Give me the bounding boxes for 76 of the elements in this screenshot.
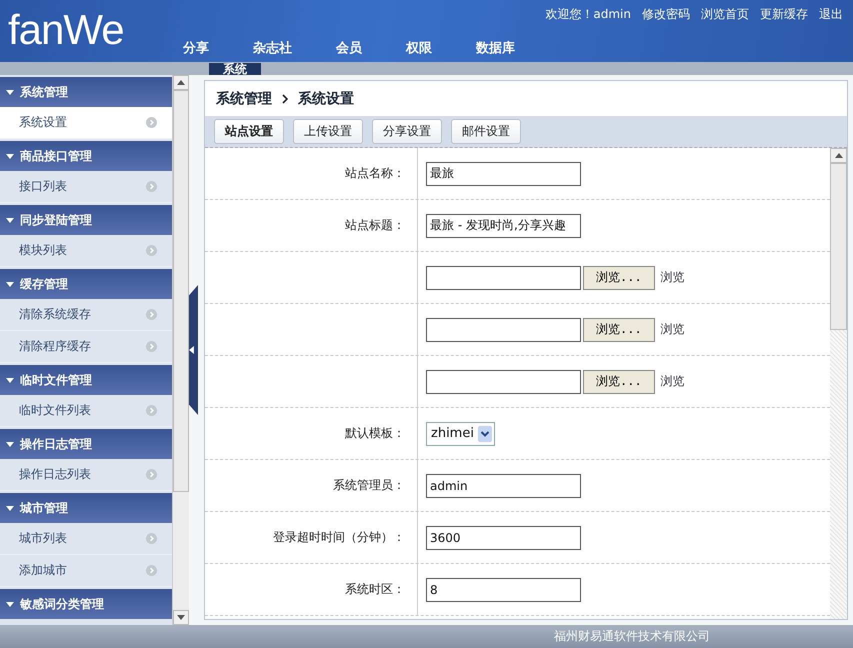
breadcrumb-item: 系统设置: [298, 90, 354, 108]
up-arrow-icon: [834, 153, 842, 158]
sidebar-group-header[interactable]: 临时文件管理: [0, 365, 172, 395]
welcome-text: 欢迎您！admin: [545, 6, 631, 23]
group-title: 城市管理: [20, 500, 68, 516]
input-field[interactable]: 最旅 - 发现时尚,分享兴趣: [426, 214, 581, 238]
scrollbar[interactable]: [830, 148, 847, 619]
sidebar-group-header[interactable]: 同步登陆管理: [0, 205, 172, 235]
browse-link[interactable]: 浏览: [660, 321, 685, 338]
field-label: 站点名称：: [345, 165, 405, 182]
field-label: 默认模板：: [345, 425, 405, 442]
scroll-down-button[interactable]: [173, 610, 189, 625]
group-title: 系统管理: [20, 84, 68, 100]
item-label: 接口列表: [19, 178, 67, 195]
item-label: 城市列表: [19, 530, 67, 547]
sidebar-group-header[interactable]: 城市管理: [0, 493, 172, 523]
copyright-text: 福州财易通软件技术有限公司: [554, 628, 710, 645]
header-link[interactable]: 修改密码: [642, 6, 690, 23]
item-label: 操作日志列表: [19, 466, 91, 483]
down-arrow-icon: [177, 615, 186, 620]
file-field[interactable]: [426, 266, 581, 290]
field-label: 登录超时时间（分钟）：: [273, 529, 405, 546]
input-field[interactable]: 最旅: [426, 162, 581, 186]
template-dropdown[interactable]: zhimei: [426, 422, 495, 446]
item-label: 清除程序缓存: [19, 338, 91, 355]
logo: fanWe: [7, 5, 124, 55]
up-arrow-icon: [177, 80, 186, 85]
settings-tab[interactable]: 上传设置: [293, 119, 363, 144]
sidebar-group-header[interactable]: 敏感词分类管理: [0, 589, 172, 619]
browse-button[interactable]: 浏览...: [583, 370, 655, 394]
item-label: 系统设置: [19, 114, 67, 131]
item-label: 临时文件列表: [19, 402, 91, 419]
group-title: 临时文件管理: [20, 372, 92, 388]
browse-link[interactable]: 浏览: [660, 373, 685, 390]
input-field[interactable]: 8: [426, 578, 581, 602]
nav-tab[interactable]: 权限: [384, 40, 454, 62]
input-field[interactable]: admin: [426, 474, 581, 498]
sidebar-group-header[interactable]: 商品接口管理: [0, 141, 172, 171]
item-label: 模块列表: [19, 242, 67, 259]
settings-tab[interactable]: 分享设置: [372, 119, 442, 144]
group-title: 商品接口管理: [20, 148, 92, 164]
browse-button[interactable]: 浏览...: [583, 318, 655, 342]
item-label: 清除系统缓存: [19, 306, 91, 323]
header-link[interactable]: 退出: [819, 6, 843, 23]
scroll-up-button[interactable]: [830, 148, 847, 163]
group-title: 操作日志管理: [20, 436, 92, 452]
header-link[interactable]: 浏览首页: [701, 6, 749, 23]
header-link[interactable]: 更新缓存: [760, 6, 808, 23]
field-label: 系统时区：: [345, 581, 405, 598]
group-title: 同步登陆管理: [20, 212, 92, 228]
input-field[interactable]: 3600: [426, 526, 581, 550]
group-title: 缓存管理: [20, 276, 68, 292]
group-title: 敏感词分类管理: [20, 596, 104, 612]
field-label: 站点标题：: [345, 217, 405, 234]
file-field[interactable]: [426, 318, 581, 342]
sidebar-group-header[interactable]: 缓存管理: [0, 269, 172, 299]
nav-tab[interactable]: 数据库: [454, 40, 537, 62]
sidebar-group-header[interactable]: 系统管理: [0, 77, 172, 107]
settings-tab[interactable]: 站点设置: [214, 119, 284, 144]
item-label: 添加城市: [19, 562, 67, 579]
sidebar-item[interactable]: 系统设置: [0, 107, 172, 139]
scroll-up-button[interactable]: [173, 75, 189, 90]
browse-link[interactable]: 浏览: [660, 269, 685, 286]
nav-tab[interactable]: 会员: [314, 40, 384, 62]
browse-button[interactable]: 浏览...: [583, 266, 655, 290]
breadcrumb-item[interactable]: 系统管理: [216, 90, 272, 108]
file-field[interactable]: [426, 370, 581, 394]
field-label: 系统管理员：: [333, 477, 405, 494]
sidebar-group-header[interactable]: 操作日志管理: [0, 429, 172, 459]
chevron-icon: [282, 94, 288, 104]
nav-tab[interactable]: 杂志社: [231, 40, 314, 62]
nav-tab[interactable]: 分享: [161, 40, 231, 62]
scrollbar[interactable]: [172, 75, 189, 625]
nav-tab[interactable]: 系统: [209, 63, 261, 75]
dropdown-icon: [478, 426, 492, 442]
settings-tab[interactable]: 邮件设置: [451, 119, 521, 144]
